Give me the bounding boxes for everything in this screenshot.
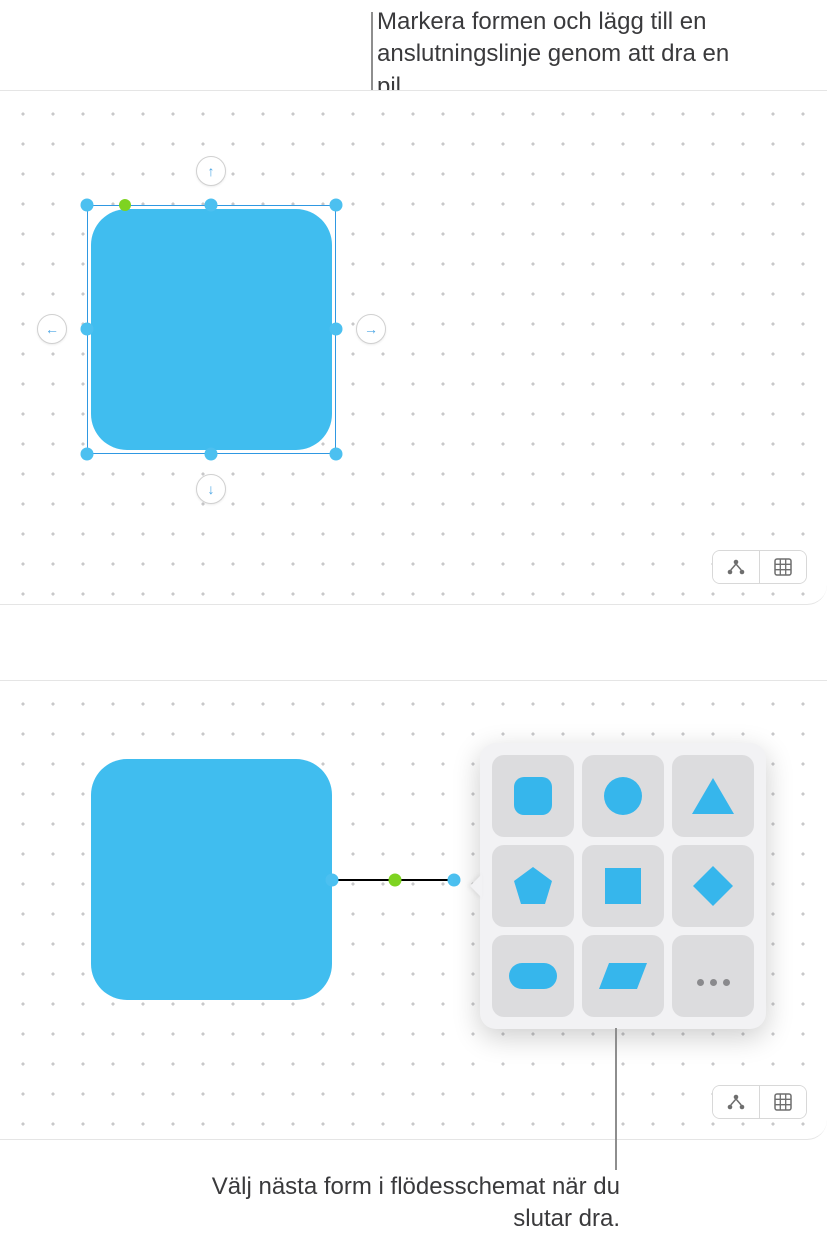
sel-handle-bl[interactable]	[81, 448, 94, 461]
shape-option-rounded-pill[interactable]	[492, 935, 574, 1017]
sel-handle-tr[interactable]	[330, 199, 343, 212]
shape-option-circle[interactable]	[582, 755, 664, 837]
connector-start[interactable]	[326, 874, 339, 887]
arrow-right-icon: →	[364, 321, 378, 337]
shape-option-more[interactable]	[672, 935, 754, 1017]
grid-mode-button[interactable]	[760, 1086, 806, 1118]
parallelogram-icon	[597, 961, 649, 991]
sel-handle-tl[interactable]	[81, 199, 94, 212]
shape-option-pentagon[interactable]	[492, 845, 574, 927]
shape-option-triangle[interactable]	[672, 755, 754, 837]
shape-option-diamond[interactable]	[672, 845, 754, 927]
arrow-up-icon: ↑	[208, 163, 215, 179]
arrow-handle-right[interactable]: →	[356, 314, 386, 344]
diagram-icon	[726, 1093, 746, 1111]
shape-option-rounded-square[interactable]	[492, 755, 574, 837]
shape-option-square[interactable]	[582, 845, 664, 927]
sel-handle-ml[interactable]	[81, 323, 94, 336]
canvas-toolbar-bottom	[712, 1085, 807, 1119]
callout-top: Markera formen och lägg till en anslutni…	[377, 6, 757, 103]
triangle-icon	[690, 775, 736, 817]
shape-picker-popover	[480, 743, 766, 1029]
arrow-down-icon: ↓	[208, 481, 215, 497]
arrow-handle-down[interactable]: ↓	[196, 474, 226, 504]
callout-bottom: Välj nästa form i flödesschemat när du s…	[200, 1171, 620, 1236]
grid-icon	[774, 1093, 792, 1111]
sel-handle-mr[interactable]	[330, 323, 343, 336]
connector-mid[interactable]	[389, 874, 402, 887]
diagram-mode-button[interactable]	[713, 1086, 759, 1118]
square-icon	[603, 866, 643, 906]
sel-handle-tm[interactable]	[205, 199, 218, 212]
selection-box	[87, 205, 336, 454]
rounded-square-icon	[511, 774, 555, 818]
diamond-icon	[690, 863, 736, 909]
diagram-mode-button[interactable]	[713, 551, 759, 583]
arrow-left-icon: ←	[45, 321, 59, 337]
arrow-handle-up[interactable]: ↑	[196, 156, 226, 186]
shape-option-parallelogram[interactable]	[582, 935, 664, 1017]
circle-icon	[601, 774, 645, 818]
rotation-handle[interactable]	[119, 199, 131, 211]
grid-icon	[774, 558, 792, 576]
more-icon	[697, 956, 730, 996]
sel-handle-br[interactable]	[330, 448, 343, 461]
canvas-panel-bottom	[0, 680, 827, 1140]
pentagon-icon	[511, 864, 555, 908]
connector-end[interactable]	[448, 874, 461, 887]
sel-handle-bm[interactable]	[205, 448, 218, 461]
pill-icon	[507, 961, 559, 991]
canvas-panel-top: ↑ ↓ ← →	[0, 90, 827, 605]
canvas-toolbar-top	[712, 550, 807, 584]
callout-line-bottom	[615, 1028, 617, 1170]
diagram-icon	[726, 558, 746, 576]
arrow-handle-left[interactable]: ←	[37, 314, 67, 344]
source-shape[interactable]	[91, 759, 332, 1000]
grid-mode-button[interactable]	[760, 551, 806, 583]
